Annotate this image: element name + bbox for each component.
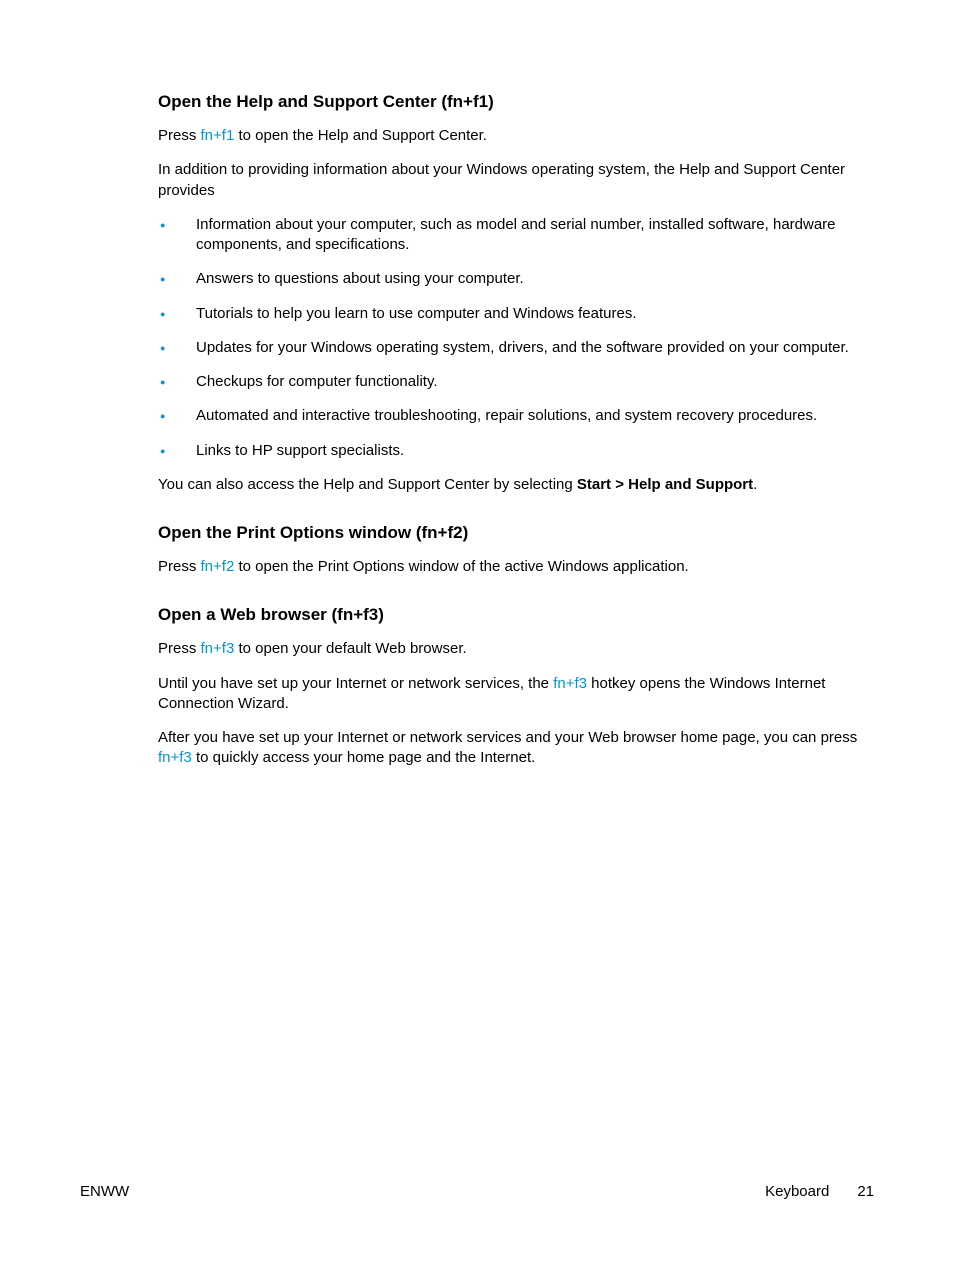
section3-p3: After you have set up your Internet or n…: [158, 728, 874, 769]
section1-p3: You can also access the Help and Support…: [158, 475, 874, 495]
section3-p2: Until you have set up your Internet or n…: [158, 674, 874, 715]
footer-right: Keyboard 21: [765, 1183, 874, 1200]
hotkey-fn-f3: fn+f3: [158, 749, 192, 766]
document-page: Open the Help and Support Center (fn+f1)…: [0, 0, 954, 769]
section1-p2: In addition to providing information abo…: [158, 160, 874, 201]
text: Press: [158, 558, 201, 575]
hotkey-fn-f3: fn+f3: [201, 640, 235, 657]
text: Press: [158, 127, 201, 144]
section3-heading: Open a Web browser (fn+f3): [158, 605, 874, 625]
text: After you have set up your Internet or n…: [158, 729, 857, 746]
text: Press: [158, 640, 201, 657]
bold-text: Start > Help and Support: [577, 476, 753, 493]
hotkey-fn-f1: fn+f1: [201, 127, 235, 144]
text: .: [753, 476, 757, 493]
list-item: Automated and interactive troubleshootin…: [158, 406, 874, 426]
list-item: Answers to questions about using your co…: [158, 269, 874, 289]
section1-heading: Open the Help and Support Center (fn+f1): [158, 92, 874, 112]
text: Until you have set up your Internet or n…: [158, 675, 553, 692]
hotkey-fn-f2: fn+f2: [201, 558, 235, 575]
section1-p1: Press fn+f1 to open the Help and Support…: [158, 126, 874, 146]
footer-section: Keyboard: [765, 1183, 829, 1200]
text: to quickly access your home page and the…: [192, 749, 536, 766]
footer-page-number: 21: [857, 1183, 874, 1200]
hotkey-fn-f3: fn+f3: [553, 675, 587, 692]
text: to open the Help and Support Center.: [234, 127, 487, 144]
section2-heading: Open the Print Options window (fn+f2): [158, 523, 874, 543]
section3-p1: Press fn+f3 to open your default Web bro…: [158, 639, 874, 659]
text: You can also access the Help and Support…: [158, 476, 577, 493]
list-item: Tutorials to help you learn to use compu…: [158, 304, 874, 324]
list-item: Checkups for computer functionality.: [158, 372, 874, 392]
text: to open the Print Options window of the …: [234, 558, 688, 575]
list-item: Information about your computer, such as…: [158, 215, 874, 256]
footer-left: ENWW: [80, 1183, 129, 1200]
list-item: Updates for your Windows operating syste…: [158, 338, 874, 358]
page-footer: ENWW Keyboard 21: [80, 1183, 874, 1200]
text: to open your default Web browser.: [234, 640, 466, 657]
section1-bullets: Information about your computer, such as…: [158, 215, 874, 461]
list-item: Links to HP support specialists.: [158, 441, 874, 461]
section2-p1: Press fn+f2 to open the Print Options wi…: [158, 557, 874, 577]
